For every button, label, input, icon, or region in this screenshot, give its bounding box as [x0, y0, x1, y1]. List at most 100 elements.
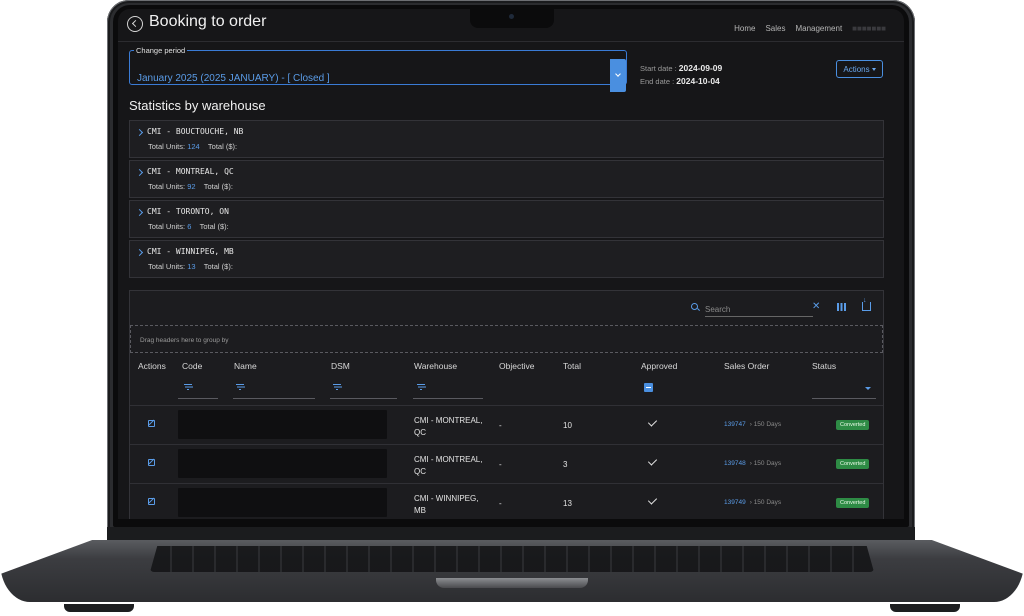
- caret-down-icon: [871, 67, 876, 71]
- table-row: CMI - MONTREAL, QC - 10 139747 › 150 Days …: [130, 405, 883, 445]
- total-label: Total ($):: [199, 222, 229, 231]
- header-actions[interactable]: Actions: [138, 361, 166, 371]
- header-warehouse[interactable]: Warehouse: [414, 361, 457, 371]
- redacted-cell: [178, 449, 387, 478]
- warehouse-line: CMI - MONTREAL,: [414, 416, 483, 425]
- units-label: Total Units:: [148, 182, 186, 191]
- edit-icon[interactable]: [148, 459, 155, 466]
- end-date-value: 2024-10-04: [676, 76, 720, 86]
- filter-icon[interactable]: [333, 384, 341, 391]
- days-value: 150 Days: [753, 421, 782, 428]
- warehouse-panel[interactable]: CMI - BOUCTOUCHE, NB Total Units: 124 To…: [129, 120, 884, 158]
- edit-icon[interactable]: [148, 420, 155, 427]
- group-by-panel[interactable]: Drag headers here to group by: [130, 325, 883, 353]
- warehouse-name: CMI - TORONTO, ON: [147, 207, 229, 216]
- total-label: Total ($):: [203, 182, 233, 191]
- nav-sales[interactable]: Sales: [765, 24, 785, 33]
- clear-search-icon[interactable]: ✕: [812, 301, 820, 312]
- filter-icon[interactable]: [417, 384, 425, 391]
- objective-cell: -: [499, 460, 502, 469]
- sales-order-link[interactable]: 139748: [724, 460, 746, 467]
- units-label: Total Units:: [148, 262, 186, 271]
- table-row: CMI - MONTREAL, QC - 3 139748 › 150 Days C…: [130, 444, 883, 484]
- actions-button[interactable]: Actions: [836, 60, 883, 78]
- status-filter-select[interactable]: [812, 398, 876, 399]
- units-label: Total Units:: [148, 222, 186, 231]
- warehouse-cell: CMI - MONTREAL, QC: [414, 415, 482, 439]
- filter-name-field[interactable]: [233, 398, 315, 399]
- chevron-right-icon[interactable]: [135, 208, 144, 217]
- columns-icon[interactable]: [837, 303, 846, 311]
- stats-title: Statistics by warehouse: [129, 98, 266, 113]
- redacted-cell: [178, 410, 387, 439]
- back-arrow-icon[interactable]: [127, 16, 143, 32]
- header-dsm[interactable]: DSM: [331, 361, 350, 371]
- header-status[interactable]: Status: [812, 361, 836, 371]
- period-dropdown-icon[interactable]: [610, 59, 626, 92]
- warehouse-line: QC: [414, 428, 426, 437]
- app-screen: Booking to order Home Sales Management ■…: [118, 9, 904, 519]
- end-date-label: End date :: [640, 77, 675, 86]
- warehouse-panel[interactable]: CMI - WINNIPEG, MB Total Units: 13 Total…: [129, 240, 884, 278]
- check-icon: [647, 417, 658, 427]
- warehouse-name: CMI - MONTREAL, QC: [147, 167, 234, 176]
- chevron-right-icon[interactable]: [135, 248, 144, 257]
- total-cell: 10: [563, 421, 572, 430]
- start-date-label: Start date :: [640, 64, 677, 73]
- period-legend: Change period: [136, 46, 186, 55]
- search-icon: [691, 303, 698, 310]
- search-input[interactable]: [705, 302, 813, 317]
- warehouse-cell: CMI - WINNIPEG, MB: [414, 493, 478, 517]
- objective-cell: -: [499, 421, 502, 430]
- filter-code-field[interactable]: [178, 398, 218, 399]
- sales-order-cell: 139748 › 150 Days: [724, 460, 781, 467]
- download-icon[interactable]: [862, 297, 871, 311]
- nav-management[interactable]: Management: [795, 24, 842, 33]
- table-row: CMI - WINNIPEG, MB - 13 139749 › 150 Days …: [130, 483, 883, 519]
- total-label: Total ($):: [207, 142, 238, 151]
- days-value: 150 Days: [753, 499, 782, 506]
- chevron-right-icon[interactable]: [135, 168, 144, 177]
- check-icon: [647, 456, 658, 466]
- approved-filter-checkbox[interactable]: [644, 383, 653, 392]
- header-approved[interactable]: Approved: [641, 361, 677, 371]
- sales-order-link[interactable]: 139749: [724, 499, 746, 506]
- nav-home[interactable]: Home: [734, 24, 755, 33]
- header-total[interactable]: Total: [563, 361, 581, 371]
- filter-warehouse-field[interactable]: [413, 398, 483, 399]
- chevron-right-icon[interactable]: [135, 128, 144, 137]
- warehouse-panel[interactable]: CMI - MONTREAL, QC Total Units: 92 Total…: [129, 160, 884, 198]
- laptop-lip: [436, 578, 588, 588]
- units-value: 6: [187, 222, 192, 231]
- nav-hidden-item[interactable]: ■■■■■■■: [852, 24, 886, 33]
- objective-cell: -: [499, 499, 502, 508]
- caret-down-icon[interactable]: [865, 387, 871, 390]
- period-dates: Start date : 2024-09-09 End date : 2024-…: [640, 62, 722, 88]
- laptop-foot-left: [64, 604, 134, 612]
- total-cell: 3: [563, 460, 568, 469]
- header-code[interactable]: Code: [182, 361, 202, 371]
- warehouse-totals: Total Units: 13 Total ($):: [148, 262, 233, 271]
- warehouse-totals: Total Units: 124 Total ($):: [148, 142, 237, 151]
- filter-icon[interactable]: [184, 384, 192, 391]
- camera-notch: [470, 9, 554, 28]
- days-label: › 150 Days: [749, 499, 782, 506]
- data-grid: ✕ Drag headers here to group by Actions …: [129, 290, 884, 519]
- warehouse-panel[interactable]: CMI - TORONTO, ON Total Units: 6 Total (…: [129, 200, 884, 238]
- sales-order-link[interactable]: 139747: [724, 421, 746, 428]
- period-value: January 2025 (2025 JANUARY) - [ Closed ]: [137, 73, 330, 84]
- units-value: 124: [187, 142, 200, 151]
- top-nav: Home Sales Management ■■■■■■■: [734, 24, 886, 33]
- warehouse-line: CMI - MONTREAL,: [414, 455, 483, 464]
- header-name[interactable]: Name: [234, 361, 257, 371]
- units-label: Total Units:: [148, 142, 186, 151]
- days-label: › 150 Days: [749, 460, 782, 467]
- status-badge: Converted: [836, 498, 870, 508]
- change-period-select[interactable]: Change period January 2025 (2025 JANUARY…: [129, 46, 627, 92]
- edit-icon[interactable]: [148, 498, 155, 505]
- header-objective[interactable]: Objective: [499, 361, 534, 371]
- filter-dsm-field[interactable]: [330, 398, 397, 399]
- days-value: 150 Days: [753, 460, 782, 467]
- header-sales-order[interactable]: Sales Order: [724, 361, 769, 371]
- filter-icon[interactable]: [236, 384, 244, 391]
